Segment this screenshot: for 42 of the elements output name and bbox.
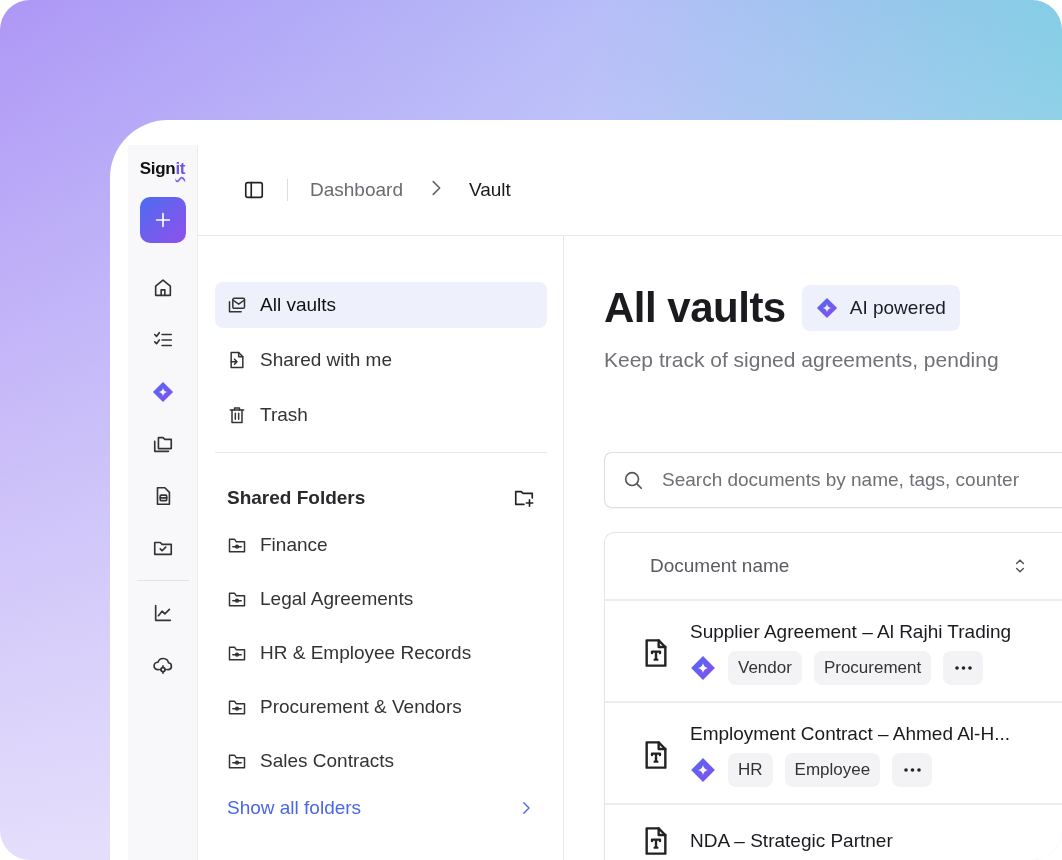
search-field[interactable]: Search documents by name, tags, counter	[604, 452, 1062, 508]
shared-folder-icon	[227, 535, 247, 555]
inbox-stack-icon	[227, 295, 247, 315]
show-all-link[interactable]: Show all folders	[227, 797, 362, 819]
nav-item[interactable]: All vaults	[215, 282, 547, 328]
tag: Employee	[784, 753, 881, 787]
page-subtitle: Keep track of signed agreements, pending	[604, 348, 1000, 372]
nav-item[interactable]: Trash	[215, 392, 547, 438]
ellipsis-icon	[954, 666, 972, 670]
folder-item[interactable]: HR & Employee Records	[215, 633, 547, 673]
column-header[interactable]: Document name	[650, 555, 1010, 577]
tag: Vendor	[728, 651, 802, 685]
more-button[interactable]	[943, 651, 984, 685]
folder-item[interactable]: Procurement & Vendors	[215, 687, 547, 727]
shared-folder-icon	[227, 697, 247, 717]
ai-badge: AI powered	[801, 285, 960, 331]
document-name[interactable]: Employment Contract – Ahmed Al-H...	[690, 723, 1010, 745]
sparkle-diamond-icon	[151, 381, 174, 403]
breadcrumb-item[interactable]: Dashboard	[310, 179, 403, 201]
section-heading: Shared Folders	[227, 487, 366, 509]
search-icon	[622, 469, 644, 491]
more-button[interactable]	[892, 753, 933, 787]
folder-item[interactable]: Sales Contracts	[215, 741, 547, 781]
sidebar-toggle-icon	[243, 179, 265, 201]
ellipsis-icon	[903, 768, 921, 772]
file-arrow-icon	[227, 350, 247, 370]
nav-item[interactable]: Shared with me	[215, 337, 547, 383]
breadcrumb-item: Vault	[468, 179, 511, 201]
shared-folder-icon	[227, 751, 247, 771]
document-name[interactable]: Supplier Agreement – Al Rajhi Trading	[690, 621, 1012, 643]
trash-icon	[227, 405, 247, 425]
tag: Procurement	[813, 651, 932, 685]
page-title: All vaults	[604, 284, 786, 332]
shared-folder-icon	[227, 643, 247, 663]
new-button[interactable]	[139, 197, 186, 243]
sparkle-diamond-icon	[815, 297, 838, 319]
folder-item[interactable]: Finance	[215, 525, 547, 565]
logo: Signit	[139, 159, 186, 179]
folder-item[interactable]: Legal Agreements	[215, 579, 547, 619]
document-name[interactable]: NDA – Strategic Partner	[690, 830, 893, 852]
tag: HR	[728, 753, 773, 787]
shared-folder-icon	[227, 589, 247, 609]
